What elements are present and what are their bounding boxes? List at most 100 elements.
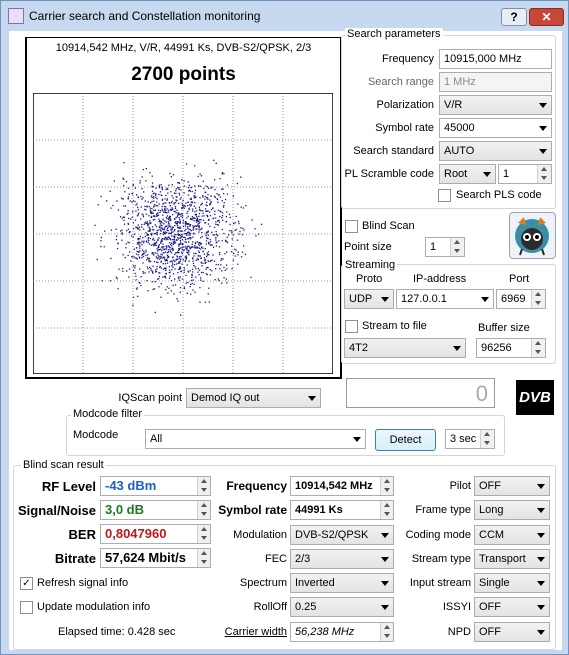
constellation-point xyxy=(240,176,242,178)
constellation-point xyxy=(198,251,200,254)
constellation-point xyxy=(160,256,162,258)
spinner-buttons[interactable] xyxy=(480,430,494,448)
constellation-point xyxy=(141,249,144,251)
point-size-spinner[interactable]: 1 xyxy=(425,237,465,257)
constellation-point xyxy=(141,188,143,190)
modcode-select[interactable]: All xyxy=(145,429,366,449)
modcode-filter-label: Modcode filter xyxy=(71,408,145,420)
constellation-point xyxy=(171,207,173,209)
ip-address-select[interactable]: 127.0.0.1 xyxy=(396,289,494,309)
refresh-signal-checkbox[interactable]: ✓ xyxy=(20,577,33,590)
stream-to-file-checkbox[interactable] xyxy=(345,320,358,333)
constellation-point xyxy=(198,215,200,217)
carrier-width-link[interactable]: Carrier width xyxy=(209,626,287,638)
polarization-value: V/R xyxy=(444,99,463,111)
spinner-buttons[interactable] xyxy=(537,165,551,183)
pilot-select[interactable]: OFF xyxy=(474,476,550,496)
constellation-point xyxy=(199,173,201,175)
spinner-buttons[interactable] xyxy=(380,477,393,495)
constellation-point xyxy=(190,247,192,249)
constellation-point xyxy=(170,290,172,292)
result-frequency-spinner[interactable] xyxy=(380,476,394,496)
issyi-select[interactable]: OFF xyxy=(474,597,550,617)
constellation-point xyxy=(226,241,229,244)
constellation-point xyxy=(194,245,196,247)
frequency-input[interactable]: 10915,000 MHz xyxy=(439,49,552,69)
mascot-button[interactable] xyxy=(509,212,556,259)
constellation-point xyxy=(222,188,224,190)
constellation-point xyxy=(166,211,168,214)
blind-scan-checkbox[interactable] xyxy=(345,220,358,233)
polarization-select[interactable]: V/R xyxy=(439,95,552,115)
rf-level-label: RF Level xyxy=(41,479,96,494)
constellation-point xyxy=(139,229,141,231)
constellation-point xyxy=(205,185,207,187)
npd-select[interactable]: OFF xyxy=(474,622,550,642)
help-button[interactable]: ? xyxy=(501,8,527,26)
stream-type-select[interactable]: Transport xyxy=(474,549,550,569)
constellation-point xyxy=(151,211,153,213)
buffer-size-spinner[interactable]: 96256 xyxy=(476,338,546,358)
symbol-rate-select[interactable]: 45000 xyxy=(439,118,552,138)
spectrum-select[interactable]: Inverted xyxy=(290,573,394,593)
modulation-select[interactable]: DVB-S2/QPSK xyxy=(290,525,394,545)
carrier-width-spinner[interactable] xyxy=(380,622,394,642)
constellation-point xyxy=(221,215,224,217)
constellation-point xyxy=(191,243,193,245)
blind-scan-result-label: Blind scan result xyxy=(21,459,106,471)
spinner-buttons[interactable] xyxy=(380,623,393,641)
stream-file-mode-select[interactable]: 4T2 xyxy=(344,338,466,358)
proto-select[interactable]: UDP xyxy=(344,289,394,309)
constellation-point xyxy=(187,238,189,240)
constellation-point xyxy=(212,207,214,209)
constellation-point xyxy=(136,243,138,245)
buffer-size-label: Buffer size xyxy=(478,322,530,334)
iqscan-point-select[interactable]: Demod IQ out xyxy=(186,388,321,408)
constellation-point xyxy=(178,227,180,229)
fec-select[interactable]: 2/3 xyxy=(290,549,394,569)
constellation-point xyxy=(171,200,173,203)
constellation-point xyxy=(231,238,233,240)
pl-scramble-mode-select[interactable]: Root xyxy=(439,164,496,184)
constellation-point xyxy=(176,224,179,226)
constellation-point xyxy=(185,222,187,224)
search-standard-select[interactable]: AUTO xyxy=(439,141,552,161)
constellation-point xyxy=(173,239,175,241)
constellation-point xyxy=(141,176,143,178)
detect-button[interactable]: Detect xyxy=(375,429,436,451)
constellation-point xyxy=(149,172,151,174)
search-pls-checkbox[interactable] xyxy=(438,189,451,202)
result-symbol-rate-spinner[interactable] xyxy=(380,500,394,520)
constellation-point xyxy=(193,255,195,257)
coding-mode-select[interactable]: CCM xyxy=(474,525,550,545)
constellation-point xyxy=(166,227,169,230)
update-modulation-checkbox[interactable] xyxy=(20,601,33,614)
search-range-input[interactable]: 1 MHz xyxy=(439,72,552,92)
constellation-point xyxy=(158,256,160,258)
constellation-point xyxy=(226,268,228,270)
close-button[interactable]: ✕ xyxy=(529,8,564,26)
detect-time-spinner[interactable]: 3 sec xyxy=(445,429,495,449)
spinner-buttons[interactable] xyxy=(450,238,464,256)
constellation-point xyxy=(199,197,201,199)
constellation-point xyxy=(172,241,174,243)
input-stream-select[interactable]: Single xyxy=(474,573,550,593)
constellation-point xyxy=(137,214,139,216)
spinner-buttons[interactable] xyxy=(380,501,393,519)
constellation-point xyxy=(127,210,129,212)
constellation-point xyxy=(192,262,195,265)
frame-type-select[interactable]: Long xyxy=(474,500,550,520)
constellation-point xyxy=(192,225,194,227)
constellation-point xyxy=(141,223,143,226)
spinner-buttons[interactable] xyxy=(531,339,545,357)
constellation-point xyxy=(158,187,161,189)
spinner-buttons[interactable] xyxy=(531,290,545,308)
constellation-point xyxy=(172,243,175,245)
constellation-point xyxy=(158,221,160,223)
constellation-point xyxy=(137,254,139,256)
port-spinner[interactable]: 6969 xyxy=(496,289,546,309)
constellation-point xyxy=(178,192,180,194)
constellation-point xyxy=(198,212,201,215)
rolloff-select[interactable]: 0.25 xyxy=(290,597,394,617)
pl-scramble-code-spinner[interactable]: 1 xyxy=(498,164,552,184)
